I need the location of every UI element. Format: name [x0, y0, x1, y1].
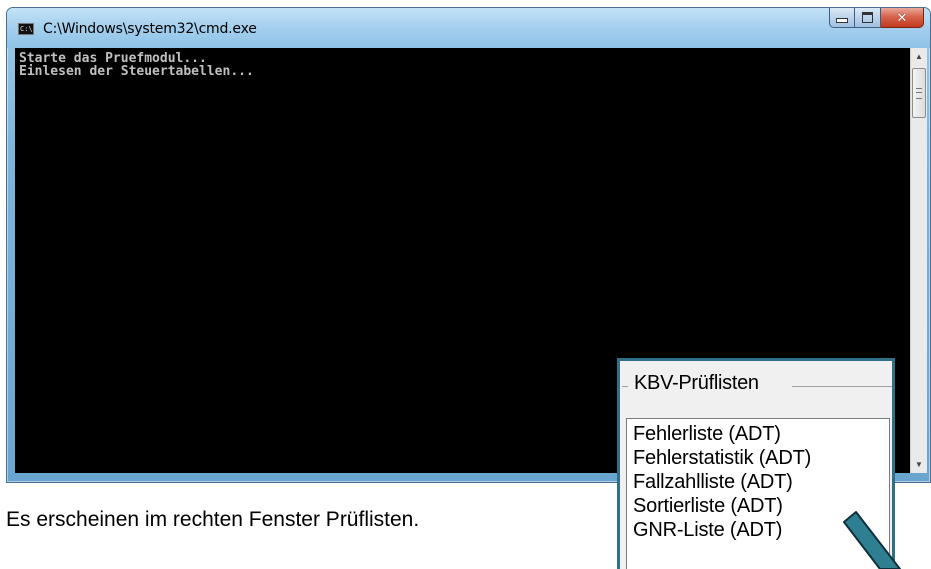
minimize-button[interactable] — [829, 8, 855, 28]
list-item-sortierliste[interactable]: Sortierliste (ADT) — [633, 494, 783, 518]
list-item-fehlerstatistik[interactable]: Fehlerstatistik (ADT) — [633, 446, 811, 470]
maximize-button[interactable] — [855, 8, 881, 28]
pointer-arrow-icon — [843, 511, 901, 569]
close-button[interactable]: ✕ — [881, 8, 924, 28]
cmd-icon[interactable]: C:\ — [18, 23, 34, 35]
scroll-thumb[interactable] — [912, 68, 926, 118]
maximize-icon — [862, 12, 873, 23]
title-bar[interactable]: C:\ C:\Windows\system32\cmd.exe ✕ — [7, 8, 930, 48]
groupbox-border — [792, 386, 892, 387]
grip-icon — [916, 88, 922, 99]
list-item-fallzahlliste[interactable]: Fallzahlliste (ADT) — [633, 470, 793, 494]
list-item-fehlerliste[interactable]: Fehlerliste (ADT) — [633, 422, 781, 446]
minimize-icon — [836, 18, 848, 23]
caption-text: Es erscheinen im rechten Fenster Prüflis… — [6, 508, 420, 531]
vertical-scrollbar[interactable]: ▲ ▼ — [910, 48, 927, 473]
window-title: C:\Windows\system32\cmd.exe — [43, 21, 257, 37]
scroll-down-arrow-icon[interactable]: ▼ — [911, 456, 927, 473]
caption-buttons: ✕ — [829, 8, 924, 28]
console-line: Einlesen der Steuertabellen... — [19, 64, 254, 79]
scroll-up-arrow-icon[interactable]: ▲ — [911, 48, 927, 65]
groupbox-legend: KBV-Prüflisten — [632, 372, 761, 395]
groupbox-border — [622, 386, 628, 387]
close-icon: ✕ — [896, 10, 908, 25]
list-item-gnr-liste[interactable]: GNR-Liste (ADT) — [633, 518, 782, 542]
